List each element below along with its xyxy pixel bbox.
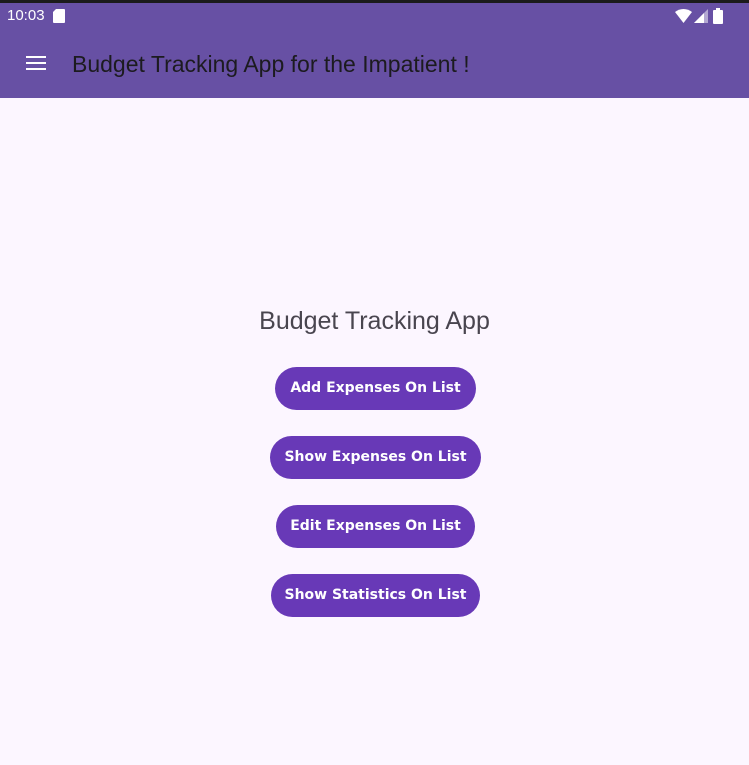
cell-signal-icon [694, 9, 708, 23]
app-title: Budget Tracking App for the Impatient ! [72, 51, 470, 77]
battery-icon [713, 8, 723, 24]
sd-card-icon [53, 9, 65, 23]
menu-icon[interactable] [22, 49, 50, 77]
status-time: 10:03 [7, 7, 45, 24]
page-heading: Budget Tracking App [259, 307, 490, 335]
status-bar: 10:03 [0, 3, 749, 29]
app-bar: Budget Tracking App for the Impatient ! [0, 29, 749, 98]
show-statistics-button[interactable]: Show Statistics On List [271, 574, 480, 617]
main-content: Budget Tracking App Add Expenses On List… [0, 98, 749, 765]
app-screen: 10:03 Budget Tracking App for the Impati… [0, 0, 749, 765]
add-expenses-button[interactable]: Add Expenses On List [275, 367, 476, 410]
show-expenses-button[interactable]: Show Expenses On List [270, 436, 481, 479]
wifi-icon [675, 9, 692, 23]
edit-expenses-button[interactable]: Edit Expenses On List [276, 505, 475, 548]
